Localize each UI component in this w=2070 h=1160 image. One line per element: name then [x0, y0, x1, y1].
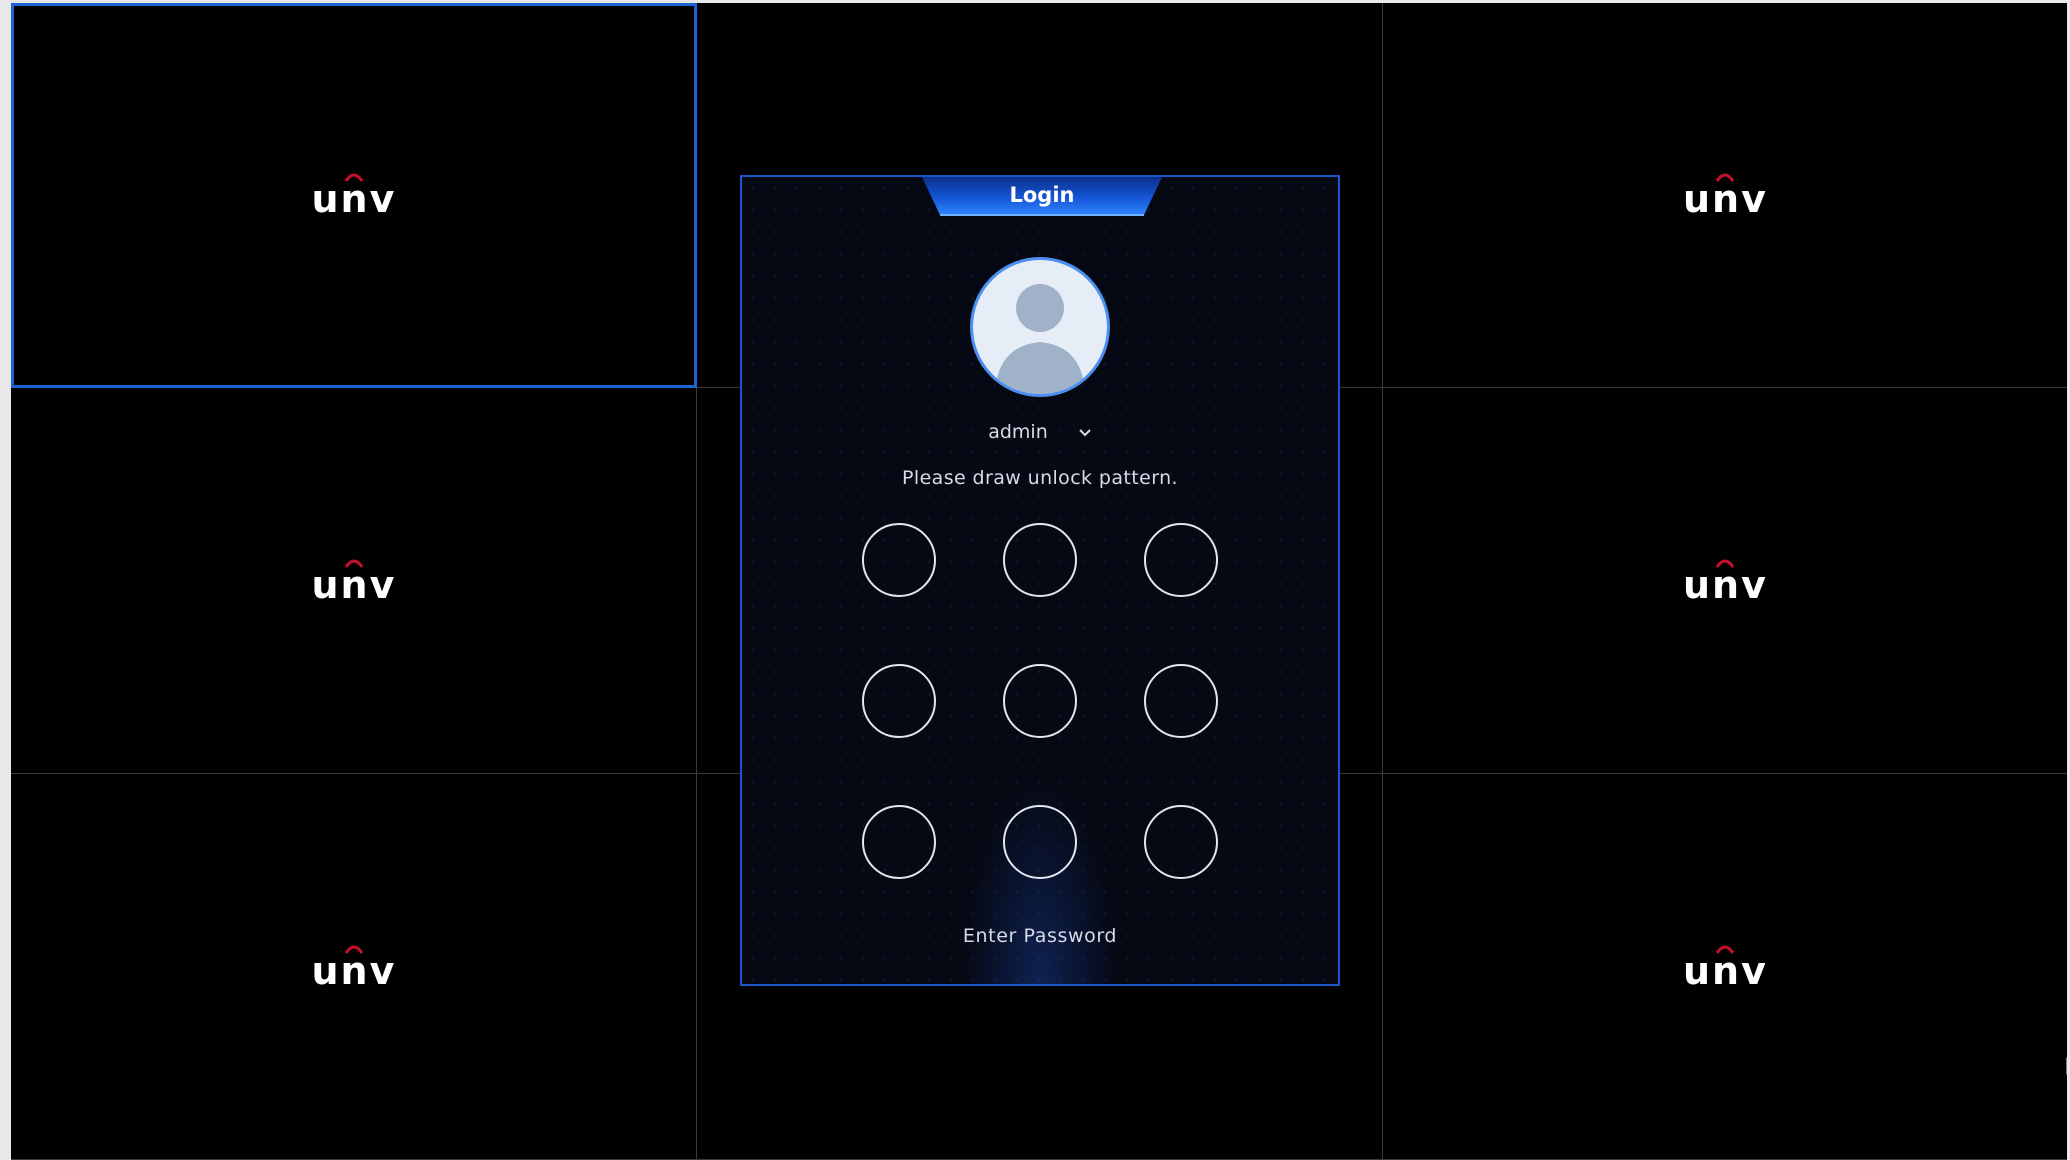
- unv-logo: unv: [312, 944, 396, 990]
- video-tile-4[interactable]: unv: [11, 388, 697, 774]
- unv-logo: unv: [1683, 558, 1767, 604]
- pattern-dot-1[interactable]: [862, 523, 936, 597]
- pattern-dot-2[interactable]: [1003, 523, 1077, 597]
- unv-logo: unv: [312, 558, 396, 604]
- pattern-dot-7[interactable]: [862, 805, 936, 879]
- unv-logo: unv: [1683, 944, 1767, 990]
- video-tile-7[interactable]: unv: [11, 774, 697, 1160]
- login-dialog: Login admin Please draw unlock pattern. …: [740, 175, 1340, 986]
- pattern-dot-4[interactable]: [862, 664, 936, 738]
- pattern-dot-3[interactable]: [1144, 523, 1218, 597]
- video-tile-3[interactable]: unv: [1383, 3, 2067, 388]
- pattern-dot-6[interactable]: [1144, 664, 1218, 738]
- video-wall: unv unv unv unv unv unv Login admin Plea…: [11, 3, 2067, 1160]
- mouse-cursor-icon: [2065, 1055, 2067, 1078]
- enter-password-link[interactable]: Enter Password: [742, 925, 1338, 947]
- unv-logo: unv: [1683, 172, 1767, 218]
- video-tile-6[interactable]: unv: [1383, 388, 2067, 774]
- pattern-dot-5[interactable]: [1003, 664, 1077, 738]
- video-tile-9[interactable]: unv: [1383, 774, 2067, 1160]
- unv-logo: unv: [312, 172, 396, 218]
- video-tile-1[interactable]: unv: [11, 3, 697, 388]
- pattern-dot-9[interactable]: [1144, 805, 1218, 879]
- unlock-pattern-grid[interactable]: [742, 177, 1338, 984]
- pattern-dot-8[interactable]: [1003, 805, 1077, 879]
